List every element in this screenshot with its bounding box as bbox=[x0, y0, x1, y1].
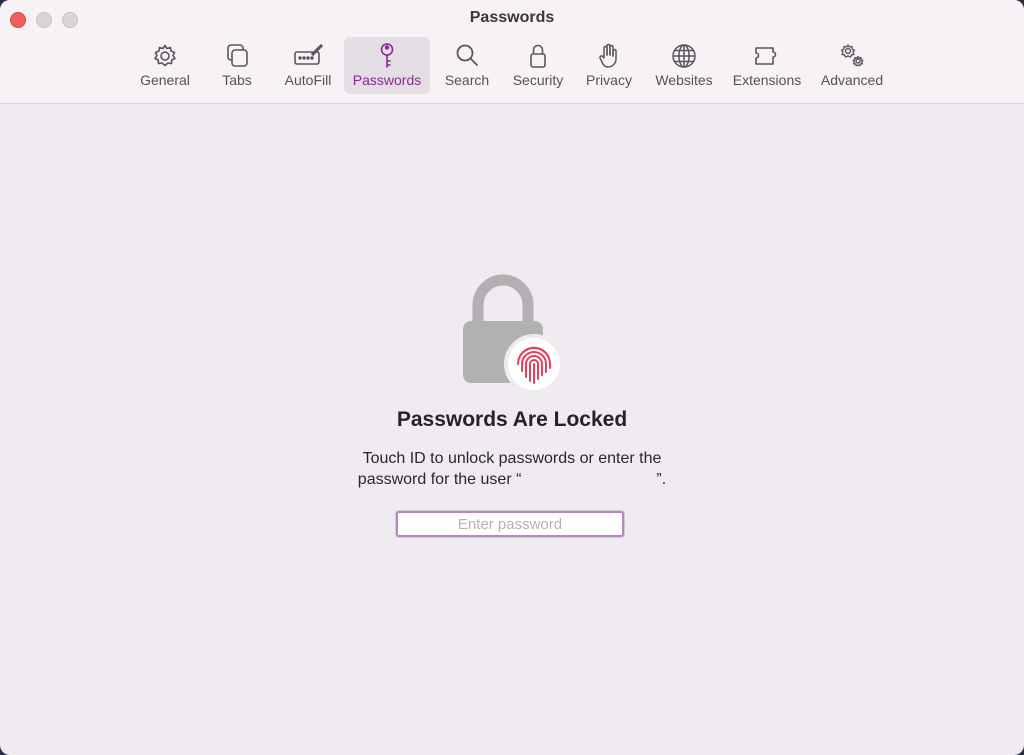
tab-general-label: General bbox=[140, 72, 190, 88]
tab-advanced[interactable]: Advanced bbox=[813, 37, 891, 94]
globe-icon bbox=[669, 42, 699, 70]
gears-icon bbox=[837, 42, 867, 70]
lock-icon bbox=[523, 42, 553, 70]
key-icon bbox=[372, 42, 402, 70]
tab-tabs-label: Tabs bbox=[222, 72, 252, 88]
tab-extensions[interactable]: Extensions bbox=[725, 37, 809, 94]
tab-advanced-label: Advanced bbox=[820, 72, 884, 88]
tab-passwords-label: Passwords bbox=[352, 72, 422, 88]
tab-search-label: Search bbox=[444, 72, 490, 88]
tab-general[interactable]: General bbox=[130, 37, 200, 94]
hand-icon bbox=[594, 42, 624, 70]
tab-privacy[interactable]: Privacy bbox=[574, 37, 644, 94]
locked-headline: Passwords Are Locked bbox=[396, 408, 628, 431]
locked-description: Touch ID to unlock passwords or enter th… bbox=[0, 448, 1024, 490]
tab-websites-label: Websites bbox=[655, 72, 713, 88]
description-line-2-prefix: password for the user “ bbox=[357, 471, 522, 488]
tab-security-label: Security bbox=[512, 72, 564, 88]
gear-icon bbox=[150, 42, 180, 70]
tab-autofill-label: AutoFill bbox=[284, 72, 332, 88]
description-line-1: Touch ID to unlock passwords or enter th… bbox=[362, 450, 662, 467]
tab-security[interactable]: Security bbox=[503, 37, 573, 94]
tabs-icon bbox=[222, 42, 252, 70]
tab-passwords[interactable]: Passwords bbox=[344, 37, 430, 94]
puzzle-icon bbox=[752, 42, 782, 70]
password-field[interactable] bbox=[396, 511, 624, 537]
window-title: Passwords bbox=[469, 9, 555, 26]
description-line-2: password for the user “ ”. bbox=[0, 469, 1024, 490]
autofill-icon bbox=[293, 42, 323, 70]
redacted-username bbox=[521, 474, 656, 486]
preferences-window: Passwords General Tabs AutoFill Password… bbox=[0, 0, 1024, 755]
tab-tabs[interactable]: Tabs bbox=[202, 37, 272, 94]
passwords-pane: Passwords Are Locked Touch ID to unlock … bbox=[0, 104, 1024, 755]
locked-illustration bbox=[462, 269, 564, 394]
search-icon bbox=[452, 42, 482, 70]
tab-search[interactable]: Search bbox=[432, 37, 502, 94]
tab-extensions-label: Extensions bbox=[732, 72, 802, 88]
titlebar: Passwords General Tabs AutoFill Password… bbox=[0, 0, 1024, 104]
password-input[interactable] bbox=[398, 513, 622, 535]
description-line-2-suffix: ”. bbox=[656, 471, 667, 488]
padlock-icon bbox=[463, 274, 564, 394]
tab-autofill[interactable]: AutoFill bbox=[273, 37, 343, 94]
tab-websites[interactable]: Websites bbox=[646, 37, 722, 94]
tab-privacy-label: Privacy bbox=[586, 72, 632, 88]
